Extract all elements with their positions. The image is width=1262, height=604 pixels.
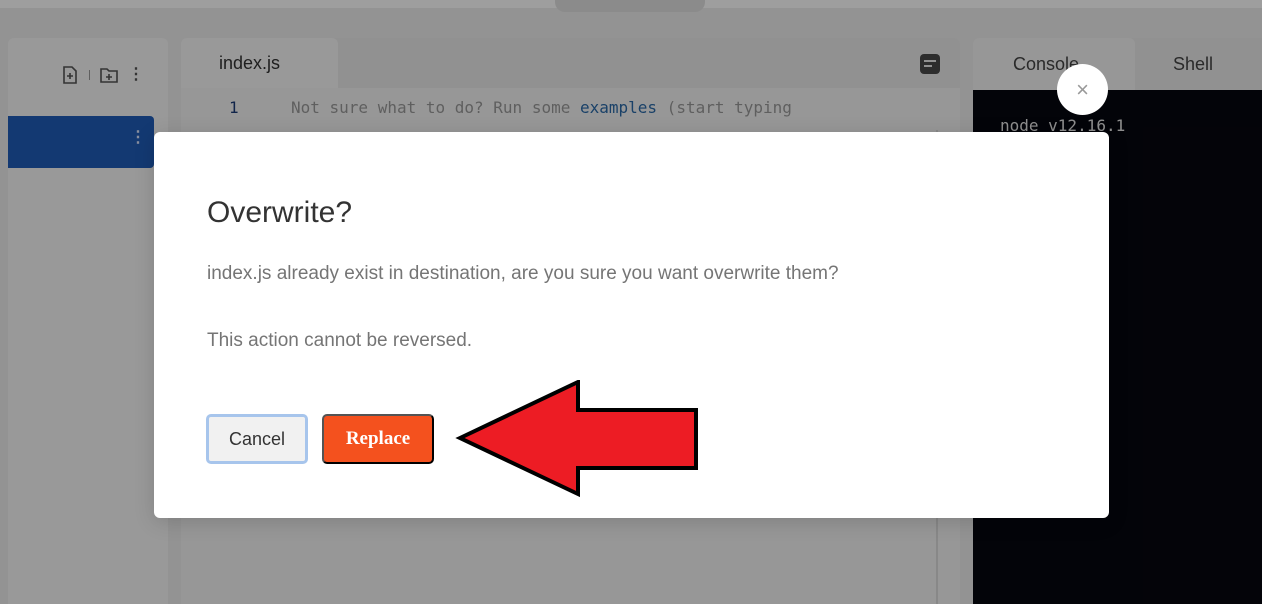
replace-button[interactable]: Replace xyxy=(322,414,434,464)
dialog-note: This action cannot be reversed. xyxy=(207,330,473,351)
close-icon[interactable]: × xyxy=(1057,64,1108,115)
dialog-message: index.js already exist in destination, a… xyxy=(207,263,839,284)
dialog-title: Overwrite? xyxy=(207,196,353,229)
cancel-button[interactable]: Cancel xyxy=(206,414,308,464)
annotation-arrow-icon xyxy=(455,380,698,498)
